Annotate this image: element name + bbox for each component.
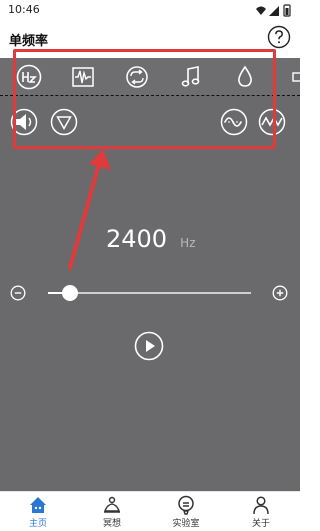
- status-time: 10:46: [8, 3, 40, 16]
- home-icon: [30, 497, 46, 513]
- nav-item-about[interactable]: 关于: [231, 495, 291, 529]
- mode-selector-bar: [0, 58, 300, 96]
- frequency-slider[interactable]: [48, 285, 251, 301]
- slider-thumb[interactable]: [62, 285, 79, 301]
- slider-track: [48, 292, 251, 294]
- plus-icon[interactable]: [272, 285, 288, 301]
- meditation-icon: [104, 496, 120, 513]
- nav-item-home[interactable]: 主页: [8, 495, 68, 529]
- divider: [0, 95, 300, 96]
- status-bar: 10:46: [0, 0, 300, 22]
- drop-icon[interactable]: [232, 64, 258, 90]
- nav-label: 主页: [28, 519, 47, 529]
- bottom-nav: 主页 冥想 实验室 关于: [0, 491, 300, 531]
- nav-item-meditation[interactable]: 冥想: [82, 495, 142, 529]
- app-bar: 单频率: [0, 22, 300, 58]
- triangle-down-icon[interactable]: [50, 108, 78, 136]
- wave-pattern-icon[interactable]: [258, 108, 286, 136]
- hz-icon[interactable]: [16, 64, 42, 90]
- person-icon: [253, 496, 269, 515]
- nav-label: 实验室: [172, 519, 200, 529]
- loop-icon[interactable]: [124, 64, 150, 90]
- waveform-icon[interactable]: [70, 64, 96, 90]
- status-icons: [256, 4, 291, 17]
- lab-icon: [178, 495, 194, 515]
- minus-icon[interactable]: [10, 285, 26, 301]
- main-panel: 2400 Hz: [0, 58, 300, 491]
- nav-label: 冥想: [102, 519, 121, 529]
- speaker-icon[interactable]: [10, 108, 38, 136]
- nav-label: 关于: [251, 519, 270, 529]
- more-icon[interactable]: [290, 64, 300, 90]
- frequency-readout: 2400 Hz: [106, 225, 196, 253]
- question-circle-icon[interactable]: [267, 25, 291, 49]
- music-note-icon[interactable]: [178, 64, 204, 90]
- frequency-value: 2400: [106, 225, 168, 253]
- sine-wave-icon[interactable]: [220, 108, 248, 136]
- wifi-icon: [256, 6, 266, 15]
- play-icon[interactable]: [134, 331, 164, 361]
- signal-icon: [269, 6, 279, 16]
- page-title: 单频率: [9, 34, 49, 49]
- frequency-unit: Hz: [180, 236, 196, 250]
- nav-item-lab[interactable]: 实验室: [156, 495, 216, 529]
